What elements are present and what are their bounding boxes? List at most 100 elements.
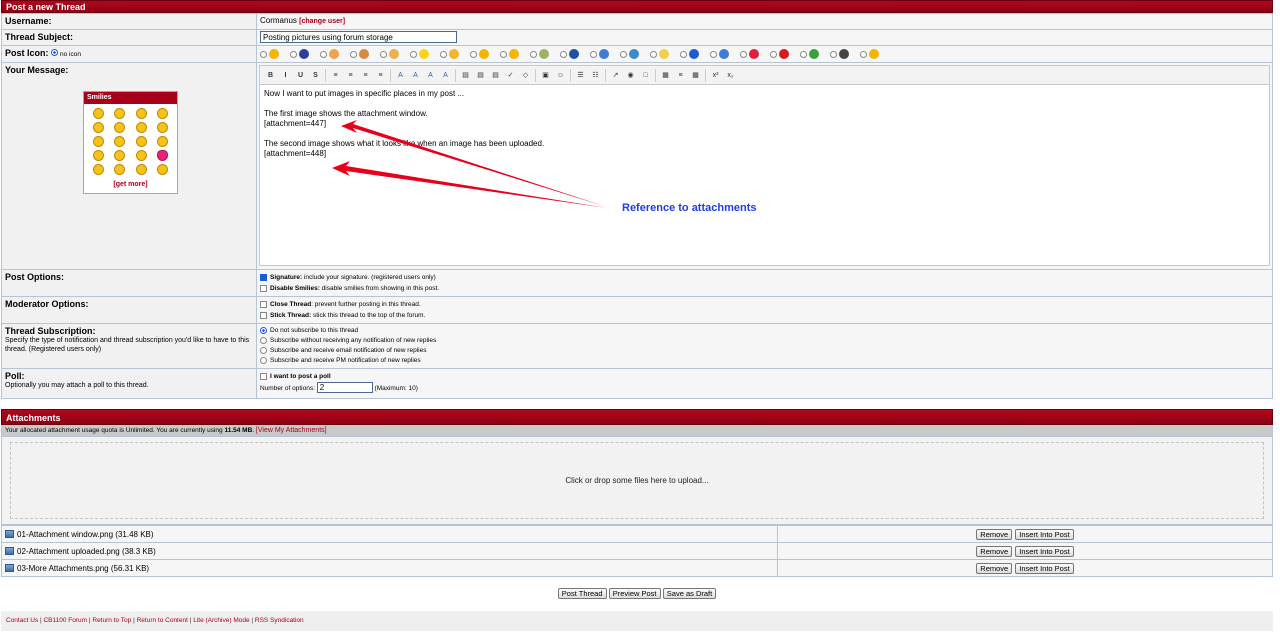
toolbar-button[interactable]: □ <box>638 69 653 82</box>
footer-link[interactable]: RSS Syndication <box>255 617 304 624</box>
footer-link[interactable]: Return to Top <box>92 617 131 624</box>
remove-attachment-button[interactable]: Remove <box>976 545 1013 557</box>
subscription-option[interactable]: Subscribe without receiving any notifica… <box>260 336 1269 346</box>
toolbar-button[interactable]: ↗ <box>608 69 623 82</box>
smiley-icon[interactable] <box>135 164 147 175</box>
post-icon-radio[interactable] <box>410 50 417 58</box>
post-icon-radio[interactable] <box>290 50 297 58</box>
footer-link[interactable]: Lite (Archive) Mode <box>193 617 249 624</box>
footer-link[interactable]: Return to Content <box>137 617 188 624</box>
toolbar-button[interactable]: ▦ <box>688 69 703 82</box>
no-icon-radio[interactable] <box>50 49 58 56</box>
post-icon-radio[interactable] <box>530 50 537 58</box>
remove-attachment-button[interactable]: Remove <box>976 562 1013 574</box>
toolbar-button[interactable]: I <box>278 69 293 82</box>
post-icon-radio[interactable] <box>260 50 267 58</box>
smiley-icon[interactable] <box>156 108 168 119</box>
insert-into-post-button[interactable]: Insert Into Post <box>1015 562 1074 574</box>
toolbar-button[interactable]: A <box>423 69 438 82</box>
post-icon-radio[interactable] <box>680 50 687 58</box>
toolbar-button[interactable]: ☷ <box>588 69 603 82</box>
subscription-option[interactable]: Do not subscribe to this thread <box>260 326 1269 336</box>
smiley-icon[interactable] <box>135 108 147 119</box>
view-attachments-link[interactable]: [View My Attachments] <box>256 427 327 434</box>
close-thread-checkbox[interactable] <box>260 300 267 308</box>
post-icon-radio[interactable] <box>860 50 867 58</box>
footer-link[interactable]: CB1100 Forum <box>43 617 87 624</box>
smiley-icon[interactable] <box>156 122 168 133</box>
subscription-radio[interactable] <box>260 346 267 354</box>
signature-checkbox[interactable] <box>260 273 267 281</box>
toolbar-button[interactable]: ☰ <box>573 69 588 82</box>
post-icon-radio[interactable] <box>800 50 807 58</box>
smiley-icon[interactable] <box>135 122 147 133</box>
toolbar-button[interactable]: ▤ <box>458 69 473 82</box>
post-icon-radio[interactable] <box>650 50 657 58</box>
smiley-icon[interactable] <box>93 122 105 133</box>
subject-input[interactable] <box>260 31 457 43</box>
preview-post-button[interactable]: Preview Post <box>608 588 661 599</box>
poll-checkbox[interactable] <box>260 372 267 380</box>
toolbar-button[interactable]: ≡ <box>673 69 688 82</box>
toolbar-button[interactable]: A <box>408 69 423 82</box>
save-draft-button[interactable]: Save as Draft <box>662 588 717 599</box>
toolbar-button[interactable]: ▣ <box>538 69 553 82</box>
toolbar-button[interactable]: A <box>438 69 453 82</box>
toolbar-button[interactable]: ◇ <box>518 69 533 82</box>
toolbar-button[interactable]: ▤ <box>488 69 503 82</box>
toolbar-button[interactable]: A <box>393 69 408 82</box>
get-more-link[interactable]: [get more] <box>113 181 147 188</box>
smiley-icon[interactable] <box>114 164 126 175</box>
toolbar-button[interactable]: ✓ <box>503 69 518 82</box>
post-icon-radio[interactable] <box>500 50 507 58</box>
post-icon-radio[interactable] <box>560 50 567 58</box>
post-icon-radio[interactable] <box>350 50 357 58</box>
post-icon-radio[interactable] <box>770 50 777 58</box>
upload-dropzone[interactable]: Click or drop some files here to upload.… <box>1 436 1273 525</box>
change-user-link[interactable]: [change user] <box>299 18 345 25</box>
smiley-icon[interactable] <box>93 136 105 147</box>
disable-smilies-checkbox[interactable] <box>260 284 267 292</box>
remove-attachment-button[interactable]: Remove <box>976 528 1013 540</box>
insert-into-post-button[interactable]: Insert Into Post <box>1015 528 1074 540</box>
subscription-option[interactable]: Subscribe and receive email notification… <box>260 346 1269 356</box>
toolbar-button[interactable]: x₂ <box>723 69 738 82</box>
poll-num-input[interactable] <box>316 382 373 393</box>
toolbar-button[interactable]: ☺ <box>553 69 568 82</box>
subscription-option[interactable]: Subscribe and receive PM notification of… <box>260 356 1269 366</box>
toolbar-button[interactable]: B <box>263 69 278 82</box>
toolbar-button[interactable]: ▤ <box>473 69 488 82</box>
smiley-icon[interactable] <box>135 136 147 147</box>
smiley-icon[interactable] <box>135 150 147 161</box>
post-icon-radio[interactable] <box>620 50 627 58</box>
post-icon-radio[interactable] <box>380 50 387 58</box>
post-icon-radio[interactable] <box>320 50 327 58</box>
toolbar-button[interactable]: ◉ <box>623 69 638 82</box>
subscription-radio[interactable] <box>260 336 267 344</box>
subscription-radio[interactable] <box>260 326 267 334</box>
post-icon-radio[interactable] <box>470 50 477 58</box>
toolbar-button[interactable]: ≡ <box>343 69 358 82</box>
toolbar-button[interactable]: ≡ <box>358 69 373 82</box>
post-icon-radio[interactable] <box>740 50 747 58</box>
post-icon-radio[interactable] <box>590 50 597 58</box>
smiley-icon[interactable] <box>114 122 126 133</box>
smiley-icon[interactable] <box>114 108 126 119</box>
smiley-icon[interactable] <box>93 164 105 175</box>
message-editor[interactable]: Now I want to put images in specific pla… <box>259 84 1270 266</box>
smiley-icon[interactable] <box>156 150 168 161</box>
footer-link[interactable]: Contact Us <box>6 617 38 624</box>
smiley-icon[interactable] <box>114 150 126 161</box>
post-icon-radio[interactable] <box>440 50 447 58</box>
toolbar-button[interactable]: ≡ <box>373 69 388 82</box>
smiley-icon[interactable] <box>93 150 105 161</box>
toolbar-button[interactable]: U <box>293 69 308 82</box>
post-thread-button[interactable]: Post Thread <box>557 588 607 599</box>
insert-into-post-button[interactable]: Insert Into Post <box>1015 545 1074 557</box>
smiley-icon[interactable] <box>93 108 105 119</box>
post-icon-radio[interactable] <box>830 50 837 58</box>
toolbar-button[interactable]: ▦ <box>658 69 673 82</box>
smiley-icon[interactable] <box>114 136 126 147</box>
toolbar-button[interactable]: x² <box>708 69 723 82</box>
stick-thread-checkbox[interactable] <box>260 311 267 319</box>
